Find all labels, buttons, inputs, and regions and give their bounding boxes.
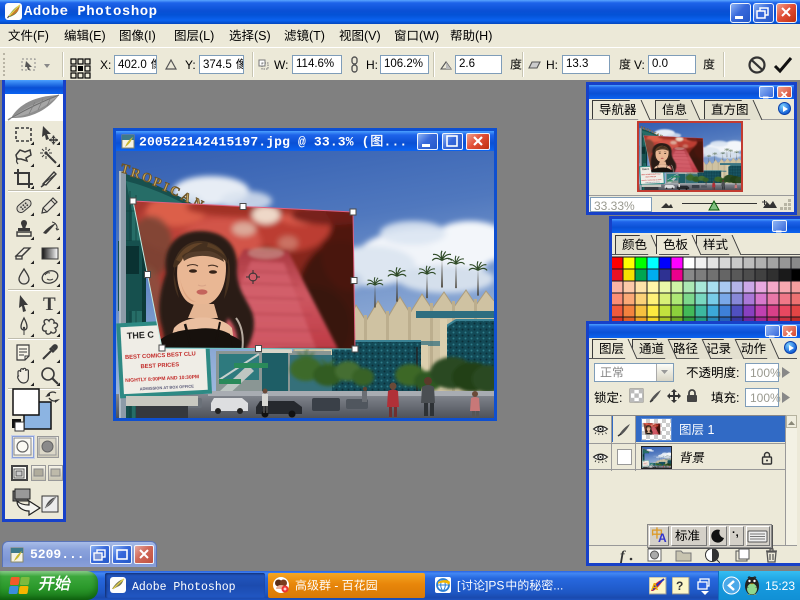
- svg-text:[: [: [457, 579, 461, 593]
- svg-text:(E): (E): [89, 29, 106, 43]
- svg-text:200522142415197.jpg @ 33.3% (: 200522142415197.jpg @ 33.3% (: [139, 134, 370, 149]
- svg-text:T: T: [43, 294, 56, 315]
- svg-text:(H): (H): [475, 29, 492, 43]
- svg-text:(T): (T): [309, 29, 325, 43]
- svg-text:1: 1: [704, 423, 714, 437]
- svg-text:A: A: [651, 582, 658, 593]
- svg-text:(W): (W): [419, 29, 439, 43]
- svg-text:(V): (V): [364, 29, 381, 43]
- svg-text:-: -: [331, 579, 342, 593]
- svg-text:(I): (I): [144, 29, 156, 43]
- svg-text:(F): (F): [33, 29, 49, 43]
- svg-text:374.5: 374.5: [203, 59, 235, 71]
- svg-text:...: ...: [553, 579, 563, 593]
- svg-text:...: ...: [384, 134, 408, 149]
- svg-text::: :: [619, 391, 622, 405]
- svg-text:(L): (L): [199, 29, 214, 43]
- svg-text:f: f: [620, 549, 626, 563]
- svg-text:(S): (S): [254, 29, 271, 43]
- svg-text::: :: [736, 366, 739, 380]
- svg-text:402.0: 402.0: [118, 59, 150, 71]
- svg-text::: :: [736, 391, 739, 405]
- svg-text:?: ?: [676, 579, 683, 593]
- svg-text:]PS: ]PS: [485, 579, 504, 593]
